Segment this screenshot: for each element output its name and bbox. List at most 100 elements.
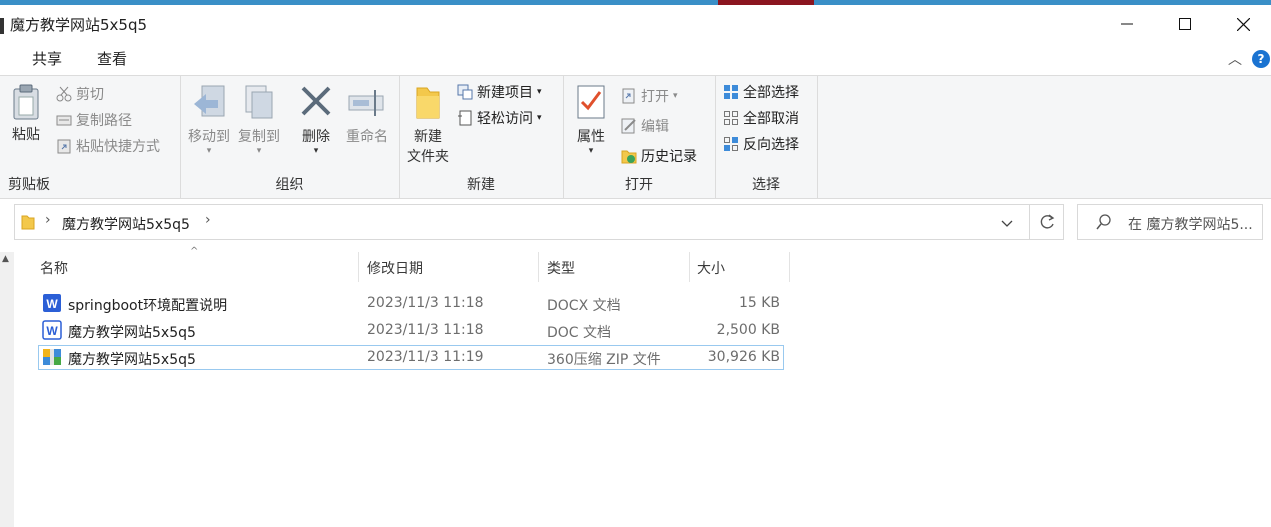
file-row[interactable]: W springboot环境配置说明 2023/11/3 11:18 DOCX … xyxy=(38,291,784,316)
cut-button[interactable]: 剪切 xyxy=(56,84,104,104)
file-size: 15 KB xyxy=(738,295,780,311)
invert-selection-button[interactable]: 反向选择 xyxy=(723,134,799,154)
search-box[interactable]: 在 魔方教学网站5... xyxy=(1077,204,1263,240)
window-title: 魔方教学网站5x5q5 xyxy=(10,16,148,34)
new-folder-label-2: 文件夹 xyxy=(407,149,449,165)
group-label-clipboard: 剪贴板 xyxy=(8,177,50,193)
copy-path-button[interactable]: 复制路径 xyxy=(56,110,132,130)
close-button[interactable] xyxy=(1214,5,1271,43)
column-header-size[interactable]: 大小 xyxy=(697,252,787,282)
navigation-pane-scrollbar[interactable]: ▲ xyxy=(0,252,14,527)
word-doc-icon: W xyxy=(42,293,62,317)
folder-small-icon xyxy=(21,214,35,234)
paste-shortcut-button[interactable]: 粘贴快捷方式 xyxy=(56,136,160,156)
open-icon xyxy=(621,88,637,104)
column-header-modified[interactable]: 修改日期 xyxy=(367,252,537,282)
file-row-selected[interactable]: 魔方教学网站5x5q5 2023/11/3 11:19 360压缩 ZIP 文件… xyxy=(38,345,784,370)
properties-check-icon xyxy=(577,85,605,119)
paste-label: 粘贴 xyxy=(12,127,40,143)
column-divider[interactable] xyxy=(358,252,359,282)
paste-button[interactable]: 粘贴 xyxy=(6,84,46,144)
file-name: springboot环境配置说明 xyxy=(68,298,228,314)
select-all-icon xyxy=(723,84,739,100)
maximize-button[interactable] xyxy=(1156,5,1214,43)
column-divider[interactable] xyxy=(689,252,690,282)
column-divider[interactable] xyxy=(538,252,539,282)
delete-button[interactable]: 删除 ▾ xyxy=(296,84,336,156)
file-type: DOC 文档 xyxy=(547,325,612,341)
invert-selection-icon xyxy=(723,136,739,152)
new-folder-label-1: 新建 xyxy=(414,129,442,145)
group-label-organize: 组织 xyxy=(275,177,304,193)
delete-x-icon xyxy=(301,86,331,116)
breadcrumb-current[interactable]: 魔方教学网站5x5q5 xyxy=(62,214,190,234)
scroll-up-icon[interactable]: ▲ xyxy=(2,254,9,264)
column-header-name[interactable]: ^ 名称 xyxy=(40,246,358,282)
ribbon: 粘贴 剪切 复制路径 粘贴快捷方式 剪贴板 移动到 ▾ 复制到 ▾ 删除 ▾ 重… xyxy=(0,75,1271,199)
file-type: 360压缩 ZIP 文件 xyxy=(547,352,661,368)
help-icon[interactable]: ? xyxy=(1252,50,1270,68)
open-button[interactable]: 打开 ▾ xyxy=(621,86,678,106)
group-label-open: 打开 xyxy=(625,177,653,193)
file-type: DOCX 文档 xyxy=(547,298,621,314)
easy-access-button[interactable]: 轻松访问 ▾ xyxy=(457,108,542,128)
history-label: 历史记录 xyxy=(641,149,697,165)
search-placeholder: 在 魔方教学网站5... xyxy=(1128,217,1253,233)
search-icon xyxy=(1096,214,1112,234)
column-label-size: 大小 xyxy=(697,261,725,277)
edit-icon xyxy=(621,118,637,134)
new-item-icon xyxy=(457,84,473,100)
svg-text:W: W xyxy=(46,324,58,338)
tab-view[interactable]: 查看 xyxy=(97,48,127,69)
refresh-icon[interactable] xyxy=(1039,213,1055,235)
minimize-button[interactable] xyxy=(1098,5,1156,43)
invert-selection-label: 反向选择 xyxy=(743,137,799,153)
rename-label: 重命名 xyxy=(346,129,388,145)
new-item-button[interactable]: 新建项目 ▾ xyxy=(457,82,542,102)
group-label-select: 选择 xyxy=(752,177,780,193)
open-label: 打开 xyxy=(641,89,669,105)
close-icon xyxy=(1236,17,1250,31)
edit-label: 编辑 xyxy=(641,119,669,135)
new-folder-button[interactable]: 新建 文件夹 xyxy=(403,84,453,166)
file-row[interactable]: W 魔方教学网站5x5q5 2023/11/3 11:18 DOC 文档 2,5… xyxy=(38,318,784,343)
breadcrumb-chevron-icon[interactable]: › xyxy=(45,212,51,228)
group-open: 属性 ▾ 打开 ▾ 编辑 历史记录 打开 xyxy=(563,76,716,198)
file-modified: 2023/11/3 11:19 xyxy=(367,349,484,365)
tab-share[interactable]: 共享 xyxy=(32,48,62,69)
paste-shortcut-icon xyxy=(56,138,72,154)
move-to-button[interactable]: 移动到 ▾ xyxy=(186,84,232,156)
select-all-button[interactable]: 全部选择 xyxy=(723,82,799,102)
column-label-modified: 修改日期 xyxy=(367,261,423,277)
edit-button[interactable]: 编辑 xyxy=(621,116,669,136)
ribbon-tabs: 共享 查看 ︿ ? xyxy=(0,43,1271,75)
svg-text:W: W xyxy=(46,297,58,311)
collapse-ribbon-icon[interactable]: ︿ xyxy=(1228,49,1242,69)
new-item-label: 新建项目 xyxy=(477,85,533,101)
copy-to-button[interactable]: 复制到 ▾ xyxy=(236,84,282,156)
copy-to-icon xyxy=(245,85,273,119)
breadcrumb-expand-icon[interactable]: › xyxy=(205,212,211,228)
history-icon xyxy=(621,148,637,164)
select-all-label: 全部选择 xyxy=(743,85,799,101)
maximize-icon xyxy=(1179,18,1191,30)
rename-button[interactable]: 重命名 xyxy=(342,84,392,146)
properties-button[interactable]: 属性 ▾ xyxy=(571,84,611,156)
select-none-button[interactable]: 全部取消 xyxy=(723,108,799,128)
easy-access-icon xyxy=(457,110,473,126)
move-to-icon xyxy=(194,85,225,117)
scissors-icon xyxy=(56,86,72,102)
column-header-type[interactable]: 类型 xyxy=(547,252,687,282)
column-label-name: 名称 xyxy=(40,261,68,277)
column-divider[interactable] xyxy=(789,252,790,282)
group-new: 新建 文件夹 新建项目 ▾ 轻松访问 ▾ 新建 xyxy=(399,76,564,198)
history-button[interactable]: 历史记录 xyxy=(621,146,697,166)
clipboard-icon xyxy=(13,84,39,120)
move-to-label: 移动到 xyxy=(188,129,230,145)
minimize-icon xyxy=(1121,23,1133,25)
address-history-dropdown-icon[interactable] xyxy=(1001,216,1013,232)
group-clipboard: 粘贴 剪切 复制路径 粘贴快捷方式 剪贴板 xyxy=(0,76,181,198)
file-size: 2,500 KB xyxy=(716,322,780,338)
address-bar[interactable]: › 魔方教学网站5x5q5 › xyxy=(14,204,1064,240)
easy-access-label: 轻松访问 xyxy=(477,111,533,127)
